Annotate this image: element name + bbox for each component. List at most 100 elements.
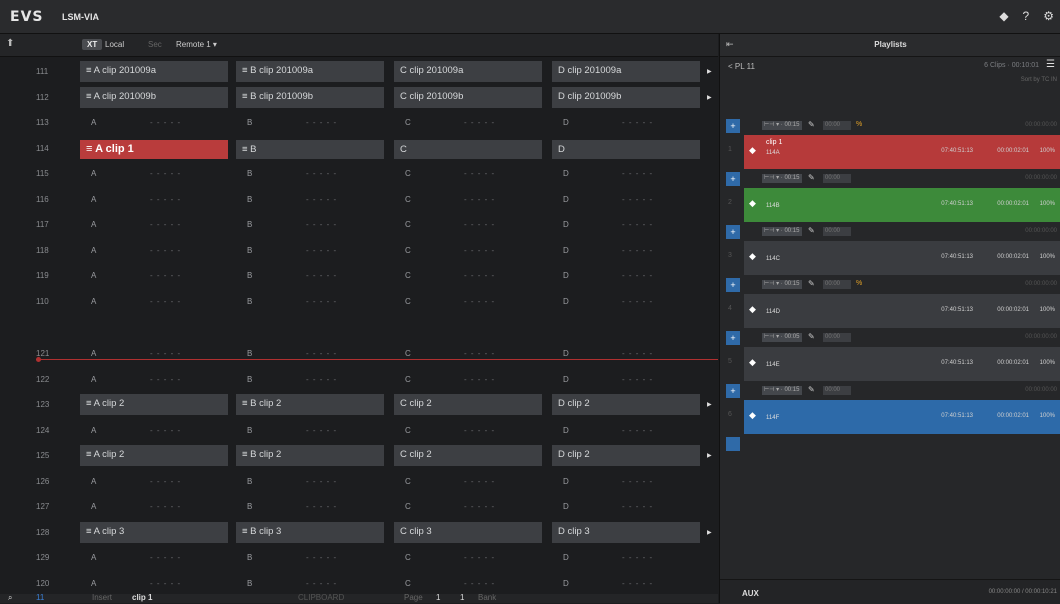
playlist-item[interactable]: 3 ◆ 114C 07:40:51:13 00:00:02:01 100% bbox=[728, 241, 1060, 275]
empty-cell[interactable]: C- - - - - bbox=[394, 345, 542, 364]
sort-label[interactable]: Sort by TC IN bbox=[1021, 77, 1057, 83]
playlist-item[interactable]: 4 ◆ 114D 07:40:51:13 00:00:02:01 100% bbox=[728, 294, 1060, 328]
empty-cell[interactable]: C- - - - - bbox=[394, 473, 542, 492]
empty-cell[interactable]: A- - - - - bbox=[80, 345, 228, 364]
add-transition-button[interactable]: + bbox=[726, 331, 740, 345]
clip-cell[interactable]: C clip 201009b bbox=[394, 86, 542, 108]
clip-cell[interactable]: D clip 201009b bbox=[552, 86, 700, 108]
page-to[interactable]: 1 bbox=[460, 593, 464, 602]
clip-cell[interactable]: ≡ A clip 201009a bbox=[80, 61, 228, 82]
empty-cell[interactable]: C- - - - - bbox=[394, 191, 542, 210]
empty-cell[interactable]: D- - - - - bbox=[552, 191, 700, 210]
empty-cell[interactable]: C- - - - - bbox=[394, 267, 542, 286]
clip-cell[interactable]: D clip 2 bbox=[552, 445, 700, 466]
clip-cell[interactable]: D clip 3 bbox=[552, 521, 700, 543]
transition-type[interactable]: ⊢⊣ ▾ · 00:15 bbox=[762, 174, 802, 183]
playlist-item[interactable]: 6 ◆ 114F 07:40:51:13 00:00:02:01 100% bbox=[728, 400, 1060, 434]
empty-cell[interactable]: B- - - - - bbox=[236, 293, 384, 312]
clip-cell[interactable]: ≡ B clip 201009b bbox=[236, 86, 384, 108]
search-icon[interactable]: ⌕ bbox=[8, 593, 12, 603]
playlist-item[interactable]: 2 ◆ 114B 07:40:51:13 00:00:02:01 100% bbox=[728, 188, 1060, 222]
page-from[interactable]: 1 bbox=[436, 593, 440, 602]
empty-cell[interactable]: D- - - - - bbox=[552, 498, 700, 517]
add-transition-button[interactable]: + bbox=[726, 225, 740, 239]
playlist-menu-icon[interactable]: ☰ bbox=[1046, 59, 1055, 70]
upload-icon[interactable]: ⬆ bbox=[6, 38, 14, 49]
empty-cell[interactable]: A- - - - - bbox=[80, 114, 228, 133]
empty-cell[interactable]: D- - - - - bbox=[552, 267, 700, 286]
clip-cell[interactable]: ≡ A clip 2 bbox=[80, 445, 228, 466]
empty-cell[interactable]: B- - - - - bbox=[236, 216, 384, 235]
empty-cell[interactable]: D- - - - - bbox=[552, 575, 700, 594]
empty-cell[interactable]: A- - - - - bbox=[80, 191, 228, 210]
clip-cell[interactable]: ≡ B clip 2 bbox=[236, 445, 384, 466]
empty-cell[interactable]: C- - - - - bbox=[394, 242, 542, 261]
clip-cell[interactable]: ≡ B clip 201009a bbox=[236, 61, 384, 82]
empty-cell[interactable]: A- - - - - bbox=[80, 293, 228, 312]
clip-cell[interactable]: ≡ B clip 2 bbox=[236, 394, 384, 415]
empty-cell[interactable]: B- - - - - bbox=[236, 345, 384, 364]
empty-cell[interactable]: C- - - - - bbox=[394, 165, 542, 184]
empty-cell[interactable]: D- - - - - bbox=[552, 293, 700, 312]
playlist-item[interactable]: 5 ◆ 114E 07:40:51:13 00:00:02:01 100% bbox=[728, 347, 1060, 381]
transition-type[interactable]: ⊢⊣ ▾ · 00:15 bbox=[762, 227, 802, 236]
clip-cell[interactable]: D clip 201009a bbox=[552, 61, 700, 82]
playlist-back[interactable]: < PL 11 bbox=[728, 62, 755, 71]
empty-cell[interactable]: A- - - - - bbox=[80, 267, 228, 286]
empty-cell[interactable]: A- - - - - bbox=[80, 473, 228, 492]
edit-icon[interactable]: ✎ bbox=[808, 279, 815, 288]
empty-cell[interactable]: D- - - - - bbox=[552, 165, 700, 184]
empty-cell[interactable]: C- - - - - bbox=[394, 422, 542, 441]
tab-sec[interactable]: Sec bbox=[148, 40, 162, 49]
empty-cell[interactable]: B- - - - - bbox=[236, 549, 384, 568]
clip-cell[interactable]: C clip 2 bbox=[394, 394, 542, 415]
empty-cell[interactable]: B- - - - - bbox=[236, 422, 384, 441]
clip-cell[interactable]: C bbox=[394, 139, 542, 159]
empty-cell[interactable]: B- - - - - bbox=[236, 498, 384, 517]
clip-name[interactable]: clip 1 bbox=[132, 593, 152, 602]
empty-cell[interactable]: C- - - - - bbox=[394, 293, 542, 312]
tab-remote[interactable]: Remote 1 ▾ bbox=[176, 40, 217, 49]
empty-cell[interactable]: A- - - - - bbox=[80, 422, 228, 441]
empty-cell[interactable]: C- - - - - bbox=[394, 216, 542, 235]
settings-icon[interactable]: ⚙ bbox=[1043, 9, 1054, 23]
transition-duration[interactable]: 00:00 bbox=[823, 280, 851, 289]
empty-cell[interactable]: B- - - - - bbox=[236, 165, 384, 184]
edit-icon[interactable]: ✎ bbox=[808, 385, 815, 394]
empty-cell[interactable]: A- - - - - bbox=[80, 498, 228, 517]
edit-icon[interactable]: ✎ bbox=[808, 226, 815, 235]
clip-cell[interactable]: ≡ A clip 2 bbox=[80, 394, 228, 415]
page-number[interactable]: 11 bbox=[36, 593, 44, 602]
add-transition-button[interactable]: + bbox=[726, 278, 740, 292]
empty-cell[interactable]: D- - - - - bbox=[552, 345, 700, 364]
empty-cell[interactable]: A- - - - - bbox=[80, 575, 228, 594]
clip-cell[interactable]: C clip 3 bbox=[394, 521, 542, 543]
clip-cell[interactable]: ≡ B clip 3 bbox=[236, 521, 384, 543]
clip-cell[interactable]: D bbox=[552, 139, 700, 159]
empty-cell[interactable]: B- - - - - bbox=[236, 114, 384, 133]
empty-cell[interactable]: C- - - - - bbox=[394, 114, 542, 133]
clip-cell[interactable]: ≡ A clip 1 bbox=[80, 139, 228, 159]
help-icon[interactable]: ? bbox=[1023, 9, 1030, 23]
clip-cell[interactable]: ≡ B bbox=[236, 139, 384, 159]
empty-cell[interactable]: A- - - - - bbox=[80, 371, 228, 390]
transition-type[interactable]: ⊢⊣ ▾ · 00:15 bbox=[762, 386, 802, 395]
empty-cell[interactable]: D- - - - - bbox=[552, 549, 700, 568]
empty-cell[interactable]: D- - - - - bbox=[552, 371, 700, 390]
empty-cell[interactable]: B- - - - - bbox=[236, 242, 384, 261]
add-transition-button[interactable]: + bbox=[726, 119, 740, 133]
transition-duration[interactable]: 00:00 bbox=[823, 386, 851, 395]
empty-cell[interactable]: C- - - - - bbox=[394, 371, 542, 390]
clip-cell[interactable]: ≡ A clip 3 bbox=[80, 521, 228, 543]
empty-cell[interactable]: B- - - - - bbox=[236, 473, 384, 492]
edit-icon[interactable]: ✎ bbox=[808, 332, 815, 341]
empty-cell[interactable]: C- - - - - bbox=[394, 498, 542, 517]
transition-type[interactable]: ⊢⊣ ▾ · 00:15 bbox=[762, 280, 802, 289]
clip-cell[interactable]: C clip 2 bbox=[394, 445, 542, 466]
tab-local[interactable]: Local bbox=[105, 40, 124, 49]
xt-pill[interactable]: XT bbox=[82, 39, 103, 50]
transition-duration[interactable]: 00:00 bbox=[823, 227, 851, 236]
empty-cell[interactable]: D- - - - - bbox=[552, 114, 700, 133]
transition-type[interactable]: ⊢⊣ ▾ · 00:15 bbox=[762, 121, 802, 130]
clip-cell[interactable]: ≡ A clip 201009b bbox=[80, 86, 228, 108]
